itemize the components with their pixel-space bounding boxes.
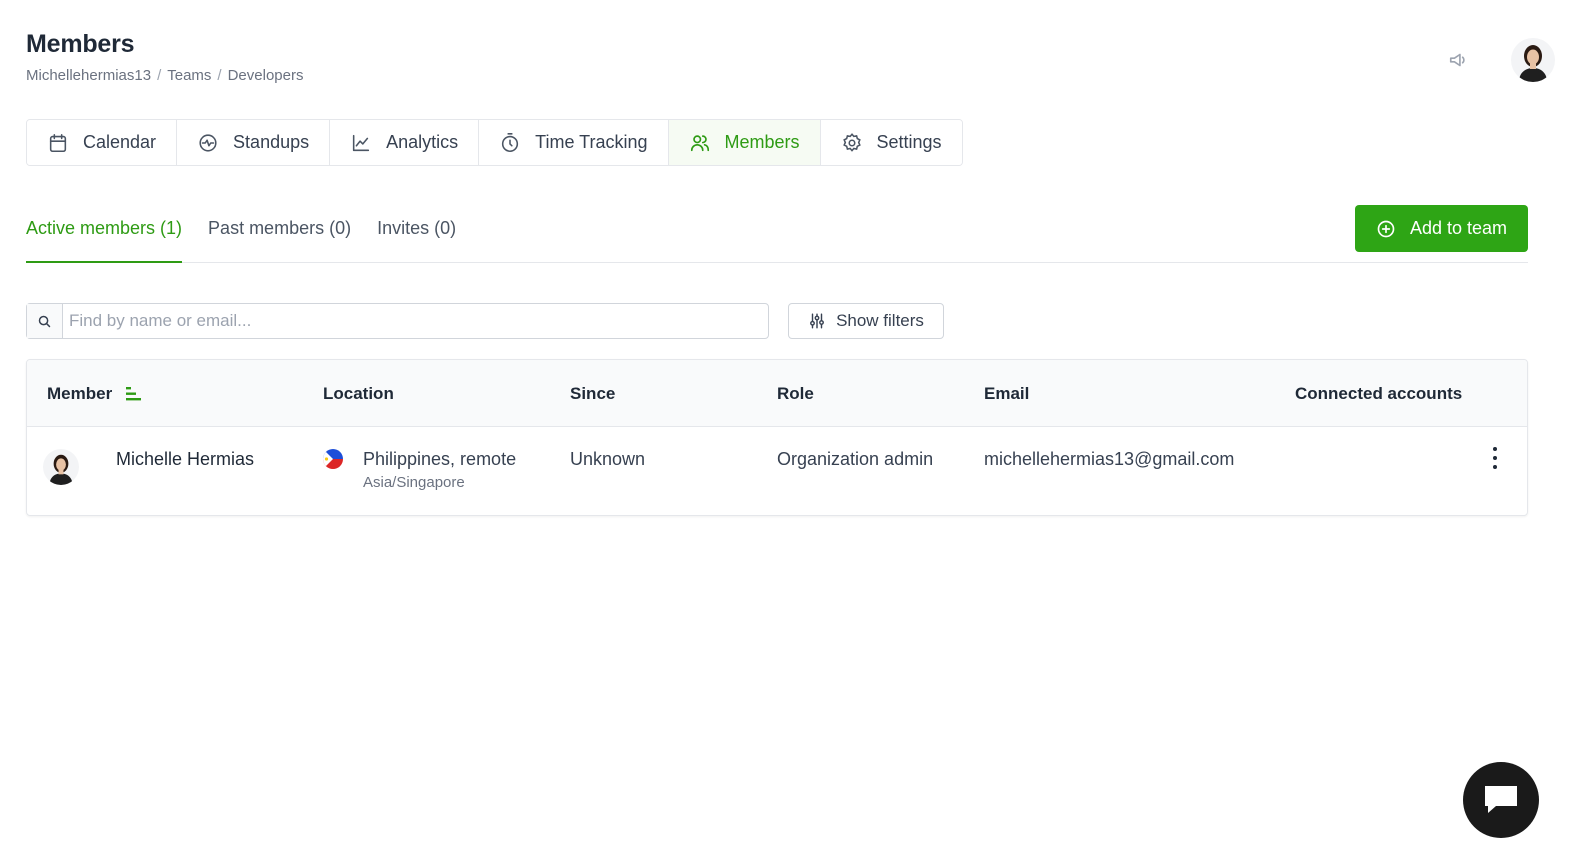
- column-email: Email: [984, 384, 1030, 403]
- member-location: Philippines, remote: [363, 449, 517, 469]
- breadcrumb-teams[interactable]: Teams: [167, 67, 211, 84]
- stopwatch-icon: [502, 132, 519, 152]
- chat-widget-button[interactable]: [1463, 762, 1539, 838]
- header-actions: [1447, 38, 1555, 82]
- tab-label: Time Tracking: [535, 132, 648, 152]
- more-options-icon[interactable]: [1485, 447, 1505, 469]
- table-header: Member Location Since Role Email Connect…: [27, 360, 1527, 427]
- tab-calendar[interactable]: Calendar: [27, 120, 178, 165]
- standups-icon: [199, 133, 217, 152]
- show-filters-label: Show filters: [836, 311, 924, 330]
- user-avatar[interactable]: [1511, 38, 1555, 82]
- column-location: Location: [323, 384, 394, 403]
- gear-icon: [842, 132, 861, 152]
- breadcrumb-team[interactable]: Developers: [228, 67, 304, 84]
- add-to-team-label: Add to team: [1409, 218, 1508, 238]
- tab-label: Members: [724, 132, 800, 152]
- tab-label: Standups: [233, 132, 310, 152]
- table-row[interactable]: Michelle Hermias Philippines, remote Asi…: [27, 427, 1527, 515]
- calendar-icon: [49, 133, 67, 152]
- sliders-icon: [810, 313, 824, 329]
- philippines-flag-icon: [323, 449, 343, 469]
- breadcrumb: Michellehermias13 / Teams / Developers: [26, 67, 303, 84]
- tab-active-members[interactable]: Active members (1): [26, 205, 183, 263]
- member-avatar: [43, 449, 79, 485]
- search-icon: [27, 304, 63, 338]
- users-icon: [690, 134, 709, 151]
- member-timezone: Asia/Singapore: [363, 474, 465, 491]
- search-input[interactable]: [63, 304, 768, 338]
- plus-circle-icon: [1377, 220, 1395, 237]
- show-filters-button[interactable]: Show filters: [788, 303, 944, 339]
- tab-invites[interactable]: Invites (0): [377, 205, 456, 263]
- member-tabs: Active members (1) Past members (0) Invi…: [26, 205, 1528, 263]
- page-title: Members: [26, 30, 135, 58]
- member-since: Unknown: [570, 449, 646, 469]
- megaphone-icon[interactable]: [1447, 48, 1471, 72]
- column-connected-accounts: Connected accounts: [1295, 384, 1463, 403]
- tab-standups[interactable]: Standups: [177, 120, 331, 165]
- tab-members[interactable]: Members: [668, 120, 821, 165]
- column-since: Since: [570, 384, 616, 403]
- tab-past-members[interactable]: Past members (0): [208, 205, 351, 263]
- add-to-team-button[interactable]: Add to team: [1355, 205, 1528, 252]
- breadcrumb-org[interactable]: Michellehermias13: [26, 67, 151, 84]
- member-email: michellehermias13@gmail.com: [984, 449, 1235, 469]
- column-role: Role: [777, 384, 814, 403]
- members-table: Member Location Since Role Email Connect…: [26, 359, 1528, 516]
- tab-label: Settings: [876, 132, 942, 152]
- breadcrumb-separator: /: [157, 67, 162, 84]
- tab-settings[interactable]: Settings: [820, 120, 962, 165]
- breadcrumb-separator: /: [217, 67, 222, 84]
- column-label: Member: [47, 384, 113, 403]
- tab-analytics[interactable]: Analytics: [330, 120, 480, 165]
- tab-time-tracking[interactable]: Time Tracking: [479, 120, 669, 165]
- search-box: [26, 303, 769, 339]
- member-role: Organization admin: [777, 449, 934, 469]
- analytics-icon: [352, 134, 370, 151]
- tab-label: Calendar: [83, 132, 157, 152]
- column-member[interactable]: Member: [47, 384, 142, 404]
- sort-icon[interactable]: [126, 387, 142, 401]
- page-header: Members Michellehermias13 / Teams / Deve…: [26, 30, 303, 84]
- tab-label: Analytics: [386, 132, 459, 152]
- section-nav: Calendar Standups Analytics Time Trackin…: [26, 119, 963, 166]
- chat-icon: [1485, 786, 1517, 813]
- member-name[interactable]: Michelle Hermias: [116, 449, 254, 470]
